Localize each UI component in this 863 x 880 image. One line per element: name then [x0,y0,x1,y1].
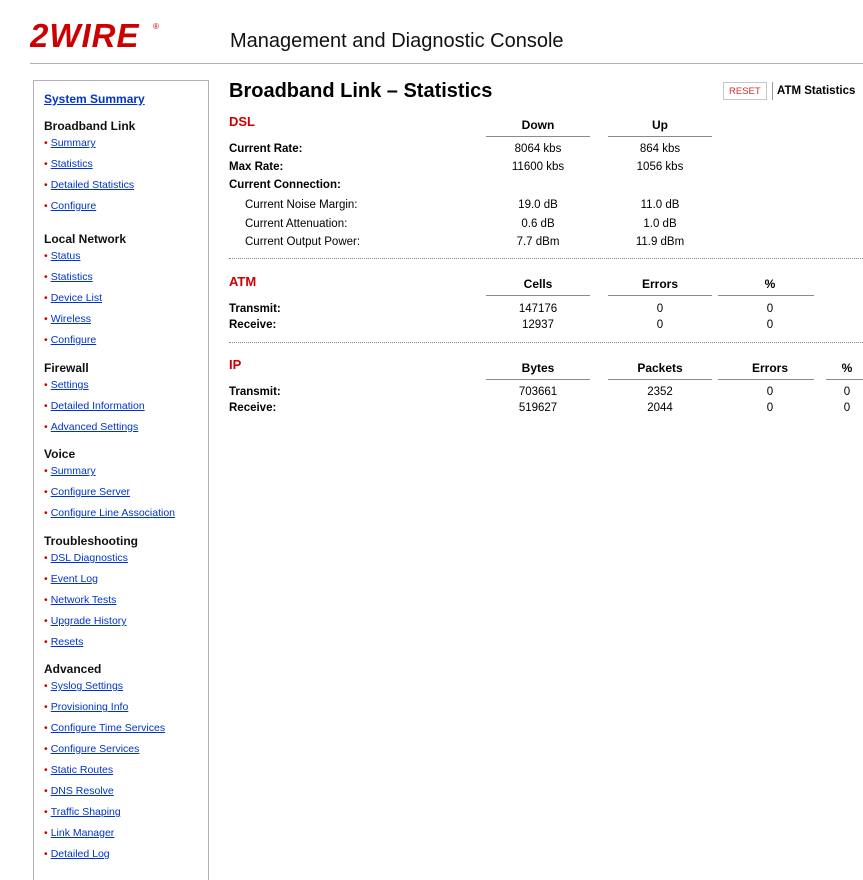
max-rate-label: Max Rate: [229,161,284,173]
header-divider [30,63,863,64]
nav-link-firewall-detailed-information[interactable]: • Detailed Information [44,400,145,412]
ip-col-errors-rule [718,379,814,380]
ip-col-bytes: Bytes [521,361,555,375]
nav-link-configure-services[interactable]: • Configure Services [44,743,139,755]
atm-col-percent: % [764,277,776,291]
atm-col-cells: Cells [523,277,553,291]
page-title: Broadband Link – Statistics [229,80,493,102]
dsl-section-title: DSL [229,114,255,129]
ip-transmit-packets: 2352 [647,386,673,398]
nav-link-voice-configure-server[interactable]: • Configure Server [44,486,130,498]
nav-section-local-network: Local Network [44,232,127,246]
ip-transmit-bytes: 703661 [518,386,558,398]
nav-link-firewall-settings[interactable]: • Settings [44,379,89,391]
console-title: Management and Diagnostic Console [230,30,564,52]
nav-link-static-routes[interactable]: • Static Routes [44,764,113,776]
nav-link-provisioning-info[interactable]: • Provisioning Info [44,701,128,713]
nav-section-voice: Voice [44,447,76,461]
atm-receive-cells: 12937 [522,319,554,331]
svg-text:®: ® [153,22,159,31]
ip-transmit-percent: 0 [843,386,851,398]
2wire-logo: 2WIRE ® [29,17,180,57]
nav-link-resets[interactable]: • Resets [44,636,83,648]
atm-section-title: ATM [229,274,257,289]
atm-ip-divider [229,342,863,343]
ip-receive-percent: 0 [843,402,851,414]
ip-receive-label: Receive: [229,402,277,414]
nav-link-local-configure[interactable]: • Configure [44,334,96,346]
ip-section-title: IP [229,357,242,372]
attenuation-down: 0.6 dB [521,218,555,230]
max-rate-down: 11600 kbs [511,161,565,173]
dsl-atm-divider [229,258,863,259]
atm-col-errors-rule [608,295,712,296]
nav-link-broadband-configure[interactable]: • Configure [44,200,96,212]
nav-link-local-status[interactable]: • Status [44,250,80,262]
nav-link-voice-configure-line-association[interactable]: • Configure Line Association [44,507,175,519]
current-rate-down: 8064 kbs [514,143,562,155]
nav-section-troubleshooting: Troubleshooting [44,534,138,548]
nav-link-dsl-diagnostics[interactable]: • DSL Diagnostics [44,552,128,564]
nav-section-firewall: Firewall [44,361,89,375]
nav-link-broadband-summary[interactable]: • Summary [44,137,96,149]
current-connection-label: Current Connection: [229,179,341,191]
dsl-col-up-rule [608,136,712,137]
system-summary-link[interactable]: System Summary [44,92,145,106]
svg-text:2WIRE: 2WIRE [30,17,140,54]
atm-col-errors: Errors [641,277,679,291]
noise-margin-up: 11.0 dB [640,199,680,211]
attenuation-label: Current Attenuation: [245,218,348,230]
ip-transmit-label: Transmit: [229,386,281,398]
ip-col-bytes-rule [486,379,590,380]
max-rate-up: 1056 kbs [636,161,684,173]
atm-statistics-link[interactable]: ATM Statistics [772,82,855,100]
nav-link-broadband-detailed-statistics[interactable]: • Detailed Statistics [44,179,134,191]
output-power-label: Current Output Power: [245,236,361,248]
ip-receive-packets: 2044 [647,402,673,414]
nav-link-dns-resolve[interactable]: • DNS Resolve [44,785,114,797]
nav-section-advanced: Advanced [44,662,102,676]
nav-link-traffic-shaping[interactable]: • Traffic Shaping [44,806,121,818]
sidebar-nav: System Summary Broadband Link • Summary •… [33,80,209,880]
attenuation-up: 1.0 dB [643,218,677,230]
dsl-col-up: Up [652,118,668,132]
noise-margin-down: 19.0 dB [518,199,558,211]
atm-col-percent-rule [718,295,814,296]
ip-col-packets-rule [608,379,712,380]
nav-link-network-tests[interactable]: • Network Tests [44,594,116,606]
nav-link-link-manager[interactable]: • Link Manager [44,827,114,839]
atm-transmit-label: Transmit: [229,303,281,315]
atm-receive-errors: 0 [656,319,664,331]
atm-transmit-percent: 0 [766,303,774,315]
ip-col-percent-rule [826,379,863,380]
nav-link-event-log[interactable]: • Event Log [44,573,98,585]
dsl-col-down: Down [521,118,555,132]
ip-col-packets: Packets [637,361,683,375]
nav-link-voice-summary[interactable]: • Summary [44,465,96,477]
nav-link-syslog-settings[interactable]: • Syslog Settings [44,680,123,692]
reset-button[interactable]: RESET [723,82,767,100]
current-rate-up: 864 kbs [639,143,681,155]
nav-link-local-wireless[interactable]: • Wireless [44,313,91,325]
current-rate-label: Current Rate: [229,143,303,155]
ip-receive-bytes: 519627 [518,402,558,414]
output-power-up: 11.9 dBm [635,236,685,248]
noise-margin-label: Current Noise Margin: [245,199,358,211]
nav-link-local-statistics[interactable]: • Statistics [44,271,93,283]
atm-receive-percent: 0 [766,319,774,331]
atm-transmit-cells: 147176 [518,303,558,315]
atm-receive-label: Receive: [229,319,277,331]
nav-link-broadband-statistics[interactable]: • Statistics [44,158,93,170]
atm-col-cells-rule [486,295,590,296]
nav-link-firewall-advanced-settings[interactable]: • Advanced Settings [44,421,138,433]
nav-link-local-device-list[interactable]: • Device List [44,292,102,304]
nav-link-detailed-log[interactable]: • Detailed Log [44,848,110,860]
dsl-col-down-rule [486,136,590,137]
nav-section-broadband-link: Broadband Link [44,119,136,133]
nav-link-configure-time-services[interactable]: • Configure Time Services [44,722,165,734]
output-power-down: 7.7 dBm [516,236,560,248]
atm-transmit-errors: 0 [656,303,664,315]
nav-link-upgrade-history[interactable]: • Upgrade History [44,615,127,627]
ip-col-percent: % [841,361,853,375]
